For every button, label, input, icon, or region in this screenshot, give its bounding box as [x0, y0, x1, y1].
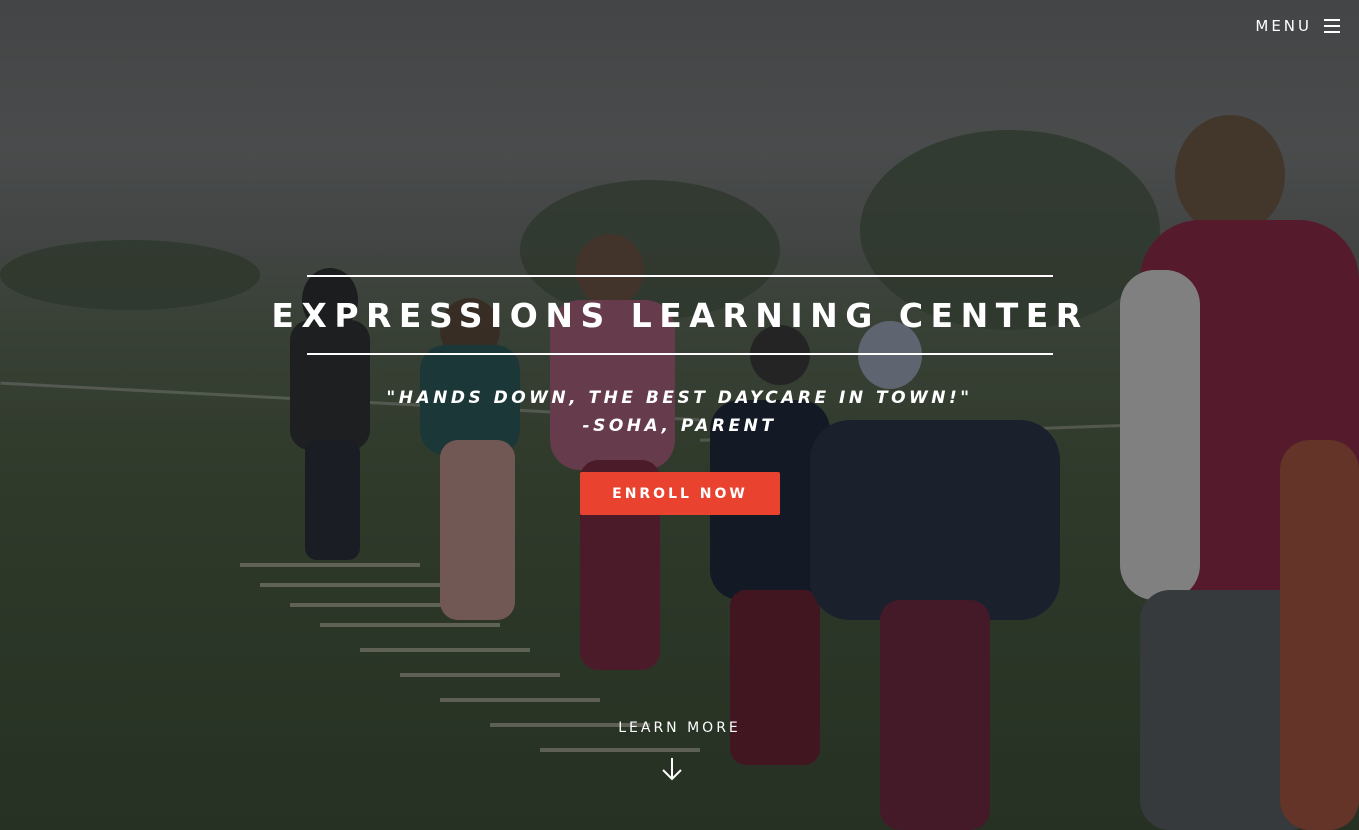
page-title: EXPRESSIONS LEARNING CENTER	[271, 295, 1089, 335]
title-frame: EXPRESSIONS LEARNING CENTER	[271, 275, 1081, 355]
menu-label: MENU	[1255, 17, 1312, 35]
quote-text: "HANDS DOWN, THE BEST DAYCARE IN TOWN!"	[386, 388, 973, 408]
arrow-down-icon[interactable]	[661, 757, 683, 781]
menu-button[interactable]: MENU	[1255, 17, 1340, 35]
enroll-now-button[interactable]: ENROLL NOW	[580, 472, 780, 515]
learn-more-link[interactable]: LEARN MORE	[0, 720, 1359, 736]
hamburger-icon	[1324, 19, 1340, 33]
quote-author: -SOHA, PARENT	[582, 416, 777, 436]
testimonial-quote: "HANDS DOWN, THE BEST DAYCARE IN TOWN!" …	[0, 384, 1359, 440]
